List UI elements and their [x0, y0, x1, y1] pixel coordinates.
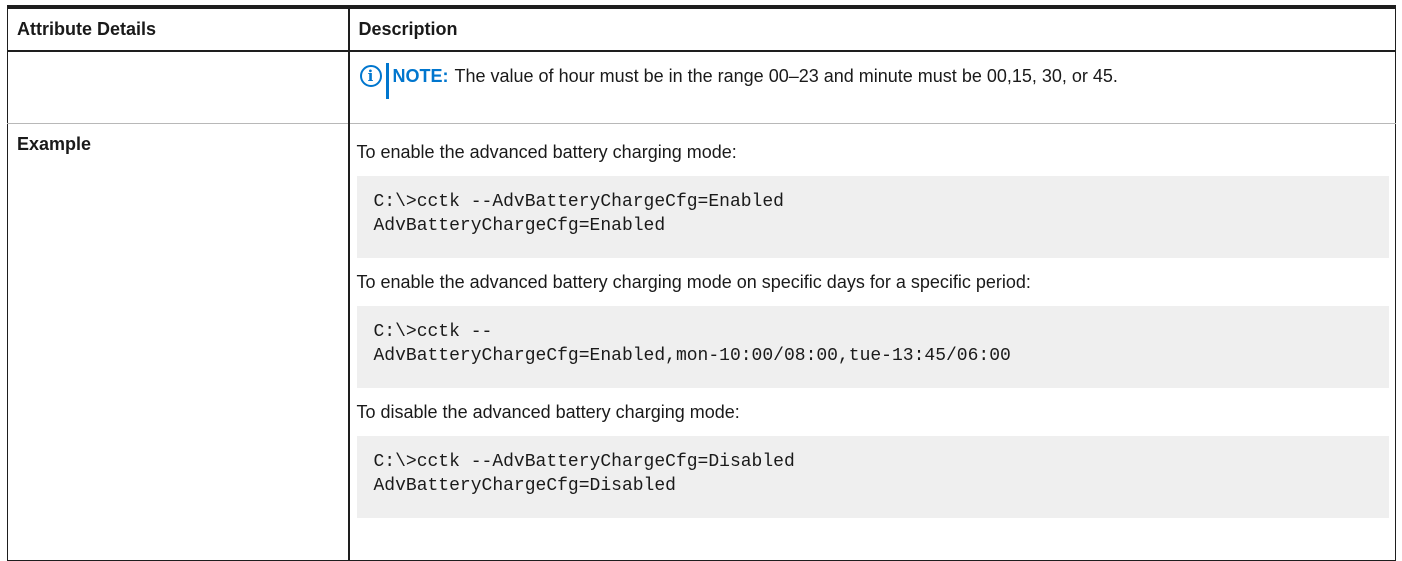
table-header-row: Attribute Details Description [7, 5, 1396, 52]
info-icon: i [359, 65, 382, 87]
table-row-example: Example To enable the advanced battery c… [7, 123, 1396, 561]
note-row-description-cell: i NOTE: The value of hour must be in the… [348, 51, 1396, 124]
code-block-enable-schedule: C:\>cctk -- AdvBatteryChargeCfg=Enabled,… [356, 306, 1389, 388]
code-block-disable: C:\>cctk --AdvBatteryChargeCfg=Disabled … [356, 436, 1389, 518]
table-row-note: i NOTE: The value of hour must be in the… [7, 51, 1396, 124]
header-description: Description [348, 5, 1396, 52]
attribute-table: Attribute Details Description i NOTE: Th… [7, 5, 1396, 561]
example-description-cell: To enable the advanced battery charging … [348, 123, 1396, 561]
note-row-attribute-cell [7, 51, 350, 124]
example-text-enable-schedule: To enable the advanced battery charging … [356, 272, 1031, 292]
note-callout: i NOTE: The value of hour must be in the… [359, 63, 1118, 99]
note-divider [385, 63, 389, 99]
example-label: Example [7, 123, 350, 561]
example-text-disable: To disable the advanced battery charging… [356, 402, 740, 422]
note-label: NOTE: [392, 66, 449, 86]
example-text-enable: To enable the advanced battery charging … [356, 142, 737, 162]
note-text: The value of hour must be in the range 0… [454, 66, 1118, 86]
code-block-enable: C:\>cctk --AdvBatteryChargeCfg=Enabled A… [356, 176, 1389, 258]
header-attribute-details: Attribute Details [7, 5, 350, 52]
